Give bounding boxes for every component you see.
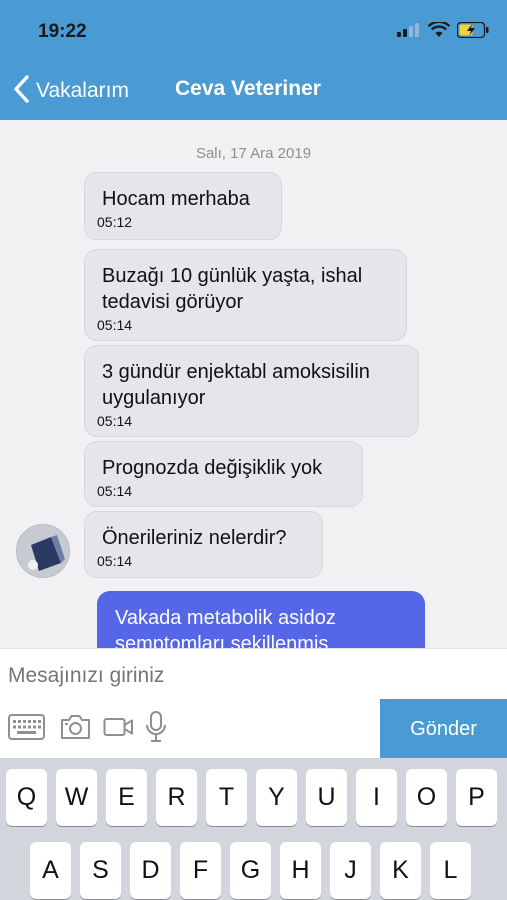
message-time: 05:14: [97, 317, 133, 333]
key-h[interactable]: H: [280, 842, 321, 899]
message-text: Buzağı 10 günlük yaşta, ishal tedavisi g…: [102, 265, 363, 313]
message-time: 05:14: [97, 413, 133, 429]
key-o[interactable]: O: [406, 769, 447, 826]
keyboard-icon[interactable]: [8, 711, 45, 743]
date-separator: Salı, 17 Ara 2019: [195, 145, 312, 162]
key-i[interactable]: I: [356, 769, 397, 826]
key-a[interactable]: A: [30, 842, 71, 899]
chat-area[interactable]: Salı, 17 Ara 2019 Hocam merhaba 05:12 Bu…: [0, 120, 507, 648]
send-button[interactable]: Gönder: [380, 699, 507, 759]
message-bubble[interactable]: Hocam merhaba 05:12: [84, 172, 282, 240]
key-w[interactable]: W: [56, 769, 97, 826]
key-k[interactable]: K: [380, 842, 421, 899]
key-s[interactable]: S: [80, 842, 121, 899]
key-q[interactable]: Q: [6, 769, 47, 826]
header: 19:22 Vakalarım Ceva Veteriner: [0, 0, 507, 120]
keyboard: Q W E R T Y U I O P A S D F G H J K L: [0, 758, 507, 900]
message-bubble[interactable]: 3 gündür enjektabl amoksisilin uygulanıy…: [84, 345, 419, 437]
key-f[interactable]: F: [180, 842, 221, 899]
key-p[interactable]: P: [456, 769, 497, 826]
message-time: 05:14: [97, 553, 133, 569]
camera-icon[interactable]: [59, 711, 92, 743]
message-time: 05:14: [97, 483, 133, 499]
key-e[interactable]: E: [106, 769, 147, 826]
key-l[interactable]: L: [430, 842, 471, 899]
status-time: 19:22: [38, 21, 87, 42]
key-d[interactable]: D: [130, 842, 171, 899]
key-g[interactable]: G: [230, 842, 271, 899]
avatar[interactable]: [16, 524, 70, 578]
signal-icon: [397, 22, 421, 42]
key-u[interactable]: U: [306, 769, 347, 826]
microphone-icon[interactable]: [145, 711, 167, 743]
message-text: Hocam merhaba: [102, 188, 250, 210]
key-y[interactable]: Y: [256, 769, 297, 826]
outgoing-message-text: Vakada metabolik asidoz semptomları şeki…: [115, 607, 336, 648]
message-composer: Gönder: [0, 648, 507, 759]
wifi-icon: [427, 20, 451, 43]
message-text: Prognozda değişiklik yok: [102, 457, 323, 479]
chevron-left-icon: [12, 74, 30, 109]
key-t[interactable]: T: [206, 769, 247, 826]
video-icon[interactable]: [103, 711, 134, 743]
message-text: 3 gündür enjektabl amoksisilin uygulanıy…: [102, 361, 370, 409]
outgoing-message-bubble[interactable]: Vakada metabolik asidoz semptomları şeki…: [97, 591, 425, 648]
message-time: 05:12: [97, 214, 133, 230]
key-j[interactable]: J: [330, 842, 371, 899]
back-label: Vakalarım: [36, 79, 129, 102]
message-input[interactable]: [8, 660, 498, 692]
message-bubble[interactable]: Prognozda değişiklik yok 05:14: [84, 441, 363, 507]
message-bubble[interactable]: Buzağı 10 günlük yaşta, ishal tedavisi g…: [84, 249, 407, 341]
page-title: Ceva Veteriner: [175, 77, 321, 100]
back-button[interactable]: Vakalarım: [12, 74, 129, 108]
battery-icon: [456, 21, 489, 43]
status-icons: [397, 20, 489, 43]
key-r[interactable]: R: [156, 769, 197, 826]
message-bubble[interactable]: Önerileriniz nelerdir? 05:14: [84, 511, 323, 578]
message-text: Önerileriniz nelerdir?: [102, 527, 287, 549]
